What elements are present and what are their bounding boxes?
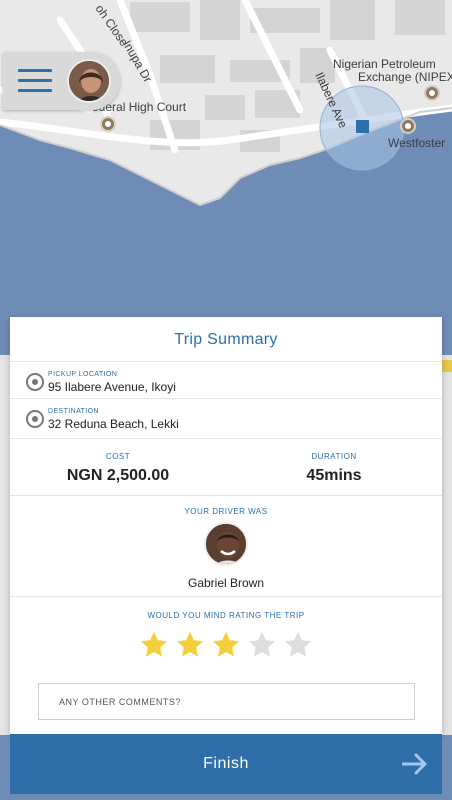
star-empty-icon[interactable] (247, 630, 277, 660)
pickup-location-label: PICKUP LOCATION (48, 371, 118, 378)
map-label-poi: Nigerian Petroleum (333, 57, 436, 71)
map-label-poi: Exchange (NIPEX) (358, 70, 452, 84)
destination-label: DESTINATION (48, 408, 99, 415)
header-pill (3, 52, 120, 110)
cost-stat: COST NGN 2,500.00 (10, 439, 226, 495)
star-filled-icon[interactable] (139, 630, 169, 660)
comments-input[interactable] (38, 683, 415, 720)
rating-section: WOULD YOU MIND RATING THE TRIP (10, 597, 442, 657)
current-location-marker (356, 120, 369, 133)
destination-icon (26, 410, 44, 428)
star-empty-icon[interactable] (283, 630, 313, 660)
driver-name: Gabriel Brown (187, 576, 265, 590)
pickup-location-value: 95 Ilabere Avenue, Ikoyi (48, 380, 176, 394)
driver-avatar (204, 522, 248, 566)
trip-summary-title: Trip Summary (10, 317, 442, 362)
duration-label: DURATION (311, 452, 357, 461)
star-filled-icon[interactable] (175, 630, 205, 660)
duration-stat: DURATION 45mins (226, 439, 442, 495)
arrow-right-icon (402, 753, 427, 775)
hotel-pin-icon[interactable] (400, 118, 416, 134)
hamburger-menu-icon[interactable] (18, 66, 54, 96)
pickup-location-icon (26, 373, 44, 391)
rating-label: WOULD YOU MIND RATING THE TRIP (147, 611, 305, 620)
cost-value: NGN 2,500.00 (66, 467, 170, 484)
star-filled-icon[interactable] (211, 630, 241, 660)
driver-section: YOUR DRIVER WAS Gabriel Brown (10, 496, 442, 596)
pickup-location-row: PICKUP LOCATION 95 Ilabere Avenue, Ikoyi (10, 363, 442, 399)
map-pin-icon[interactable] (424, 85, 440, 101)
map-label-poi: Westfoster (388, 136, 446, 150)
map-pin-icon[interactable] (100, 116, 116, 132)
driver-label: YOUR DRIVER WAS (184, 507, 268, 516)
star-rating (10, 630, 442, 662)
destination-value: 32 Reduna Beach, Lekki (48, 417, 179, 431)
cost-label: COST (105, 452, 131, 461)
trip-summary-card: Trip Summary PICKUP LOCATION 95 Ilabere … (10, 317, 442, 734)
duration-value: 45mins (306, 467, 362, 484)
finish-label: Finish (203, 755, 249, 772)
destination-row: DESTINATION 32 Reduna Beach, Lekki (10, 400, 442, 436)
user-avatar[interactable] (67, 59, 111, 103)
finish-button[interactable]: Finish (10, 734, 442, 794)
